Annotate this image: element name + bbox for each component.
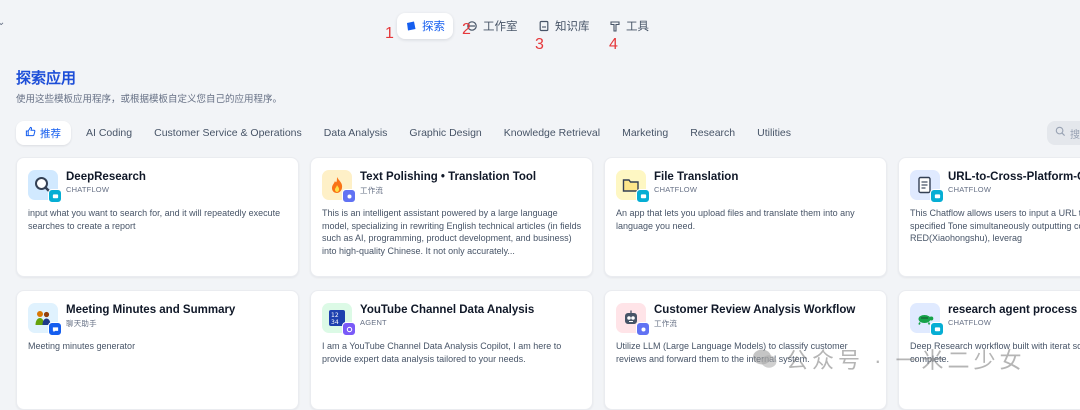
tab-recommended[interactable]: 推荐 [16, 121, 71, 145]
annotation-4: 4 [609, 36, 618, 53]
chatflow-badge-icon [48, 189, 62, 203]
tab-customer-service[interactable]: Customer Service & Operations [143, 121, 313, 145]
tab-marketing[interactable]: Marketing [611, 121, 679, 145]
app-type: CHATFLOW [948, 185, 992, 194]
compass-icon [405, 20, 417, 32]
search-input[interactable]: 搜索 [1047, 121, 1080, 145]
nav-tools-label: 工具 [626, 21, 649, 33]
watermark-text: 公众号 · 一米二少女 [786, 348, 1026, 373]
app-name: Text Polishing • Translation Tool [360, 171, 537, 183]
app-description: I am a YouTube Channel Data Analysis Cop… [322, 341, 562, 364]
app-card[interactable]: URL-to-Cross-Platform-Co CHATFLOW This C… [898, 157, 1080, 277]
thumbs-up-icon [25, 126, 36, 140]
chevron-down-icon[interactable]: ⌄ [0, 17, 5, 28]
search-placeholder: 搜索 [1070, 129, 1080, 141]
page-subtitle: 使用这些模板应用程序，或根据模板自定义您自己的应用程序。 [16, 94, 283, 105]
nav-explore[interactable]: 探索 [397, 13, 453, 39]
tab-data-analysis[interactable]: Data Analysis [313, 121, 399, 145]
chat-badge-icon [48, 322, 62, 336]
app-name: YouTube Channel Data Analysis [360, 304, 535, 316]
app-name: DeepResearch [66, 171, 146, 183]
tab-label: 推荐 [40, 127, 61, 140]
app-card[interactable]: File Translation CHATFLOW An app that le… [604, 157, 887, 277]
chatflow-badge-icon [930, 322, 944, 336]
app-type: CHATFLOW [654, 185, 698, 194]
app-type: CHATFLOW [66, 185, 110, 194]
tab-utilities[interactable]: Utilities [746, 121, 802, 145]
chatflow-badge-icon [636, 189, 650, 203]
svg-text:34: 34 [331, 319, 339, 326]
hammer-icon [609, 20, 621, 32]
top-navigation: ⌄ 探索 工作室 知识库 工具 1 2 3 4 [0, 0, 1080, 53]
app-type: 工作流 [654, 319, 678, 328]
nav-studio-label: 工作室 [483, 21, 518, 33]
tab-research[interactable]: Research [679, 121, 746, 145]
nav-explore-label: 探索 [422, 21, 445, 33]
app-type: 聊天助手 [66, 319, 97, 328]
app-name: Meeting Minutes and Summary [66, 304, 236, 316]
annotation-1: 1 [385, 25, 394, 42]
app-type: AGENT [360, 318, 387, 327]
nav-knowledge-label: 知识库 [555, 21, 590, 33]
app-card[interactable]: DeepResearch CHATFLOW input what you wan… [16, 157, 299, 277]
category-tabs: 推荐 AI Coding Customer Service & Operatio… [16, 121, 802, 145]
book-icon [538, 20, 550, 32]
workflow-badge-icon [342, 189, 356, 203]
agent-badge-icon [342, 322, 356, 336]
app-description: This Chatflow allows users to input a UR… [910, 208, 1080, 243]
annotation-3: 3 [535, 36, 544, 53]
app-card[interactable]: Meeting Minutes and Summary 聊天助手 Meeting… [16, 290, 299, 410]
app-name: File Translation [654, 171, 739, 183]
app-description: Meeting minutes generator [28, 341, 136, 351]
app-type: CHATFLOW [948, 318, 992, 327]
chatflow-badge-icon [930, 189, 944, 203]
tab-ai-coding[interactable]: AI Coding [75, 121, 143, 145]
app-description: input what you want to search for, and i… [28, 208, 281, 231]
app-type: 工作流 [360, 186, 384, 195]
app-card[interactable]: Text Polishing • Translation Tool 工作流 Th… [310, 157, 593, 277]
svg-text:12: 12 [331, 312, 339, 319]
page-title: 探索应用 [16, 70, 77, 87]
app-description: This is an intelligent assistant powered… [322, 208, 582, 256]
annotation-2: 2 [462, 21, 471, 38]
search-icon [1055, 126, 1066, 140]
tab-graphic-design[interactable]: Graphic Design [398, 121, 492, 145]
app-name: Customer Review Analysis Workflow [654, 304, 856, 316]
app-card[interactable]: 12 34 YouTube Channel Data Analysis AGENT… [310, 290, 593, 410]
app-name: research agent process flo [948, 304, 1080, 316]
app-name: URL-to-Cross-Platform-Co [948, 171, 1080, 183]
tab-knowledge-retrieval[interactable]: Knowledge Retrieval [493, 121, 611, 145]
workflow-badge-icon [636, 322, 650, 336]
app-description: An app that lets you upload files and tr… [616, 208, 855, 231]
wechat-logo-icon [752, 348, 778, 370]
watermark: 公众号 · 一米二少女 [752, 343, 1026, 375]
